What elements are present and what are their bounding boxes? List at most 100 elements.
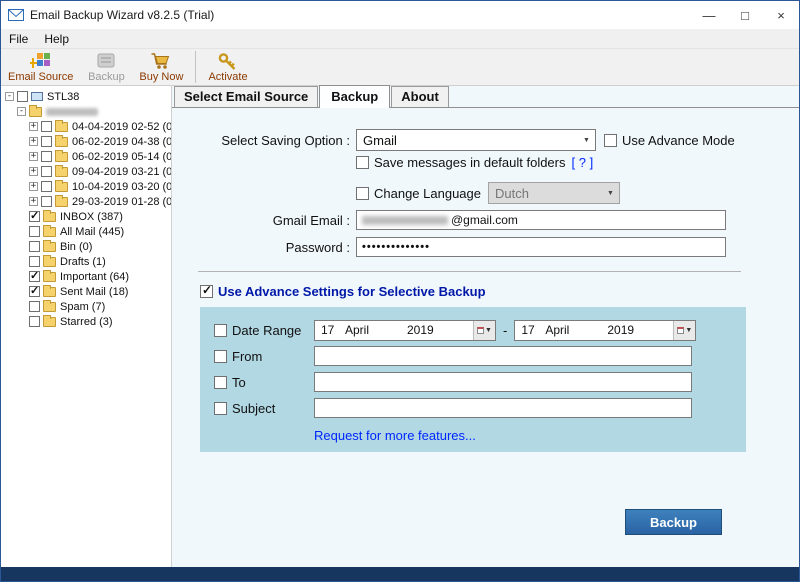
tree-item[interactable]: Sent Mail (18)	[1, 284, 171, 299]
tree-item[interactable]: -	[1, 104, 171, 119]
tree-checkbox[interactable]	[41, 181, 52, 192]
tree-item[interactable]: Bin (0)	[1, 239, 171, 254]
date-to-day[interactable]: 17	[515, 323, 545, 337]
email-source-button[interactable]: Email Source	[1, 49, 80, 85]
tree-checkbox[interactable]	[29, 271, 40, 282]
expand-icon[interactable]: +	[29, 182, 38, 191]
minimize-button[interactable]: —	[691, 1, 727, 29]
tree-item[interactable]: Starred (3)	[1, 314, 171, 329]
tree-item[interactable]: +29-03-2019 01-28 (0)	[1, 194, 171, 209]
tree-item[interactable]: +09-04-2019 03-21 (0)	[1, 164, 171, 179]
checked-checkbox-icon[interactable]	[200, 285, 213, 298]
gmail-email-input[interactable]: @gmail.com	[356, 210, 726, 230]
tree-item[interactable]: All Mail (445)	[1, 224, 171, 239]
checkbox-icon[interactable]	[604, 134, 617, 147]
tree-item[interactable]: - STL38	[1, 89, 171, 104]
folder-icon	[43, 257, 56, 267]
advance-settings-checkbox[interactable]: Use Advance Settings for Selective Backu…	[200, 284, 486, 299]
calendar-dropdown-button[interactable]: ▼	[473, 321, 495, 340]
gmail-email-label: Gmail Email :	[184, 213, 350, 228]
folder-icon	[55, 137, 68, 147]
subject-input[interactable]	[314, 398, 692, 418]
tree-item-label: 09-04-2019 03-21 (0)	[72, 166, 171, 178]
tree-item[interactable]: +04-04-2019 02-52 (0)	[1, 119, 171, 134]
date-to-month[interactable]: April	[545, 323, 607, 337]
checkbox-icon[interactable]	[356, 156, 369, 169]
saving-option-select[interactable]: Gmail ▼	[356, 129, 596, 151]
expand-icon[interactable]: +	[29, 137, 38, 146]
saving-option-row: Select Saving Option : Gmail ▼ Use Advan…	[184, 129, 799, 151]
use-advance-mode-checkbox[interactable]: Use Advance Mode	[604, 133, 735, 148]
checkbox-icon[interactable]	[356, 187, 369, 200]
app-window: Email Backup Wizard v8.2.5 (Trial) — □ ×…	[0, 0, 800, 582]
date-from-picker[interactable]: 17 April 2019 ▼	[314, 320, 496, 341]
tree-item[interactable]: Drafts (1)	[1, 254, 171, 269]
tree-item[interactable]: Spam (7)	[1, 299, 171, 314]
expand-icon[interactable]: +	[29, 197, 38, 206]
date-range-checkbox[interactable]: Date Range	[214, 323, 314, 338]
tree-checkbox[interactable]	[17, 91, 28, 102]
date-from-day[interactable]: 17	[315, 323, 345, 337]
activate-button[interactable]: Activate	[201, 49, 254, 85]
to-row: To	[214, 369, 746, 395]
tree-checkbox[interactable]	[29, 316, 40, 327]
tree-checkbox[interactable]	[29, 211, 40, 222]
tree-item[interactable]: Important (64)	[1, 269, 171, 284]
folder-icon	[55, 167, 68, 177]
maximize-button[interactable]: □	[727, 1, 763, 29]
buy-now-button[interactable]: Buy Now	[132, 49, 190, 85]
more-features-link[interactable]: Request for more features...	[314, 428, 746, 443]
gmail-email-row: Gmail Email : @gmail.com	[184, 210, 799, 230]
from-checkbox[interactable]: From	[214, 349, 314, 364]
folder-open-icon	[29, 107, 42, 117]
expand-icon[interactable]: +	[29, 122, 38, 131]
tree-checkbox[interactable]	[41, 151, 52, 162]
checkbox-icon[interactable]	[214, 376, 227, 389]
expand-icon[interactable]: +	[29, 152, 38, 161]
tab-backup[interactable]: Backup	[319, 85, 390, 108]
tree-checkbox[interactable]	[41, 121, 52, 132]
tree-checkbox[interactable]	[41, 136, 52, 147]
tree-item[interactable]: +10-04-2019 03-20 (0)	[1, 179, 171, 194]
checkbox-icon[interactable]	[214, 324, 227, 337]
backup-button[interactable]: Backup	[625, 509, 722, 535]
collapse-icon[interactable]: -	[17, 107, 26, 116]
menu-help[interactable]: Help	[36, 29, 77, 48]
password-input[interactable]: ••••••••••••••	[356, 237, 726, 257]
folder-icon	[43, 272, 56, 282]
date-from-year[interactable]: 2019	[407, 323, 473, 337]
tree-checkbox[interactable]	[29, 226, 40, 237]
folder-tree: -STL38-+04-04-2019 02-52 (0)+06-02-2019 …	[1, 86, 172, 567]
collapse-icon[interactable]: -	[5, 92, 14, 101]
tree-item-label: STL38	[47, 91, 79, 103]
close-button[interactable]: ×	[763, 1, 799, 29]
tree-checkbox[interactable]	[29, 241, 40, 252]
checkbox-icon[interactable]	[214, 350, 227, 363]
to-checkbox[interactable]: To	[214, 375, 314, 390]
save-messages-checkbox[interactable]: Save messages in default folders	[356, 155, 566, 170]
checkbox-icon[interactable]	[214, 402, 227, 415]
tab-about[interactable]: About	[391, 86, 449, 107]
help-link[interactable]: [ ? ]	[572, 155, 594, 170]
expand-icon[interactable]: +	[29, 167, 38, 176]
tree-checkbox[interactable]	[29, 286, 40, 297]
change-language-checkbox[interactable]: Change Language	[356, 186, 481, 201]
tree-checkbox[interactable]	[29, 301, 40, 312]
tree-item[interactable]: INBOX (387)	[1, 209, 171, 224]
date-from-month[interactable]: April	[345, 323, 407, 337]
calendar-dropdown-button[interactable]: ▼	[673, 321, 695, 340]
tree-checkbox[interactable]	[41, 166, 52, 177]
content-panel: Select Email Source Backup About Select …	[172, 86, 799, 567]
subject-checkbox[interactable]: Subject	[214, 401, 314, 416]
date-to-picker[interactable]: 17 April 2019 ▼	[514, 320, 696, 341]
tree-item[interactable]: +06-02-2019 05-14 (0)	[1, 149, 171, 164]
menu-file[interactable]: File	[1, 29, 36, 48]
tree-item[interactable]: +06-02-2019 04-38 (0)	[1, 134, 171, 149]
to-input[interactable]	[314, 372, 692, 392]
toolbar: Email Source Backup Buy Now	[1, 49, 799, 86]
tree-checkbox[interactable]	[41, 196, 52, 207]
tab-select-email-source[interactable]: Select Email Source	[174, 86, 318, 107]
tree-checkbox[interactable]	[29, 256, 40, 267]
from-input[interactable]	[314, 346, 692, 366]
date-to-year[interactable]: 2019	[607, 323, 673, 337]
